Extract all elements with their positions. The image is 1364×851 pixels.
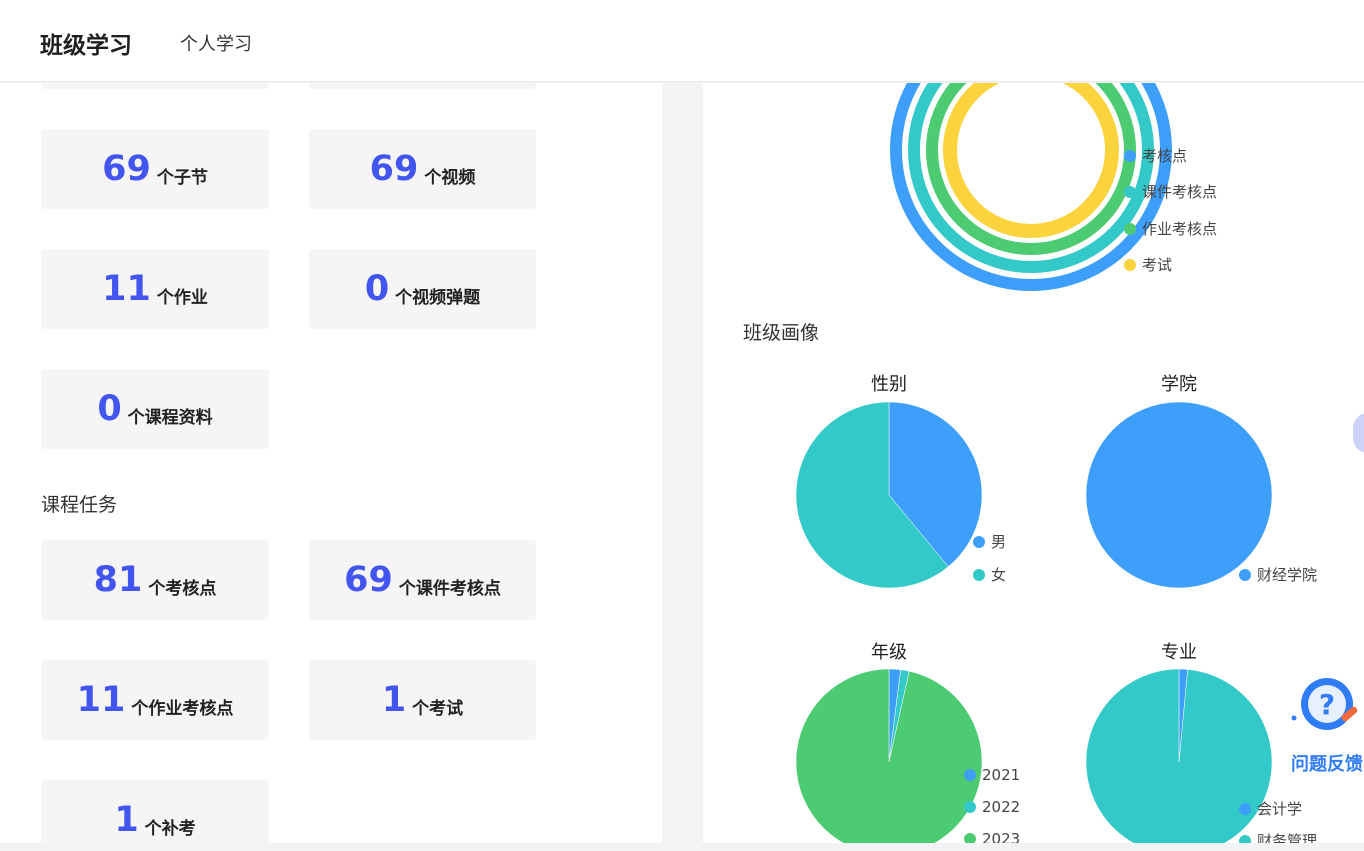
legend-label: 男 <box>991 533 1007 551</box>
stat-card-homework[interactable]: 11 个作业 <box>41 249 269 329</box>
gender-legend-item[interactable]: 女 <box>973 564 1006 585</box>
task-label: 个考核点 <box>148 578 217 599</box>
course-tasks-title: 课程任务 <box>41 494 118 516</box>
legend-dot <box>964 801 976 813</box>
stat-card-partial <box>41 83 269 89</box>
grade-legend-item[interactable]: 2023 <box>964 830 1020 843</box>
gender-legend-item[interactable]: 男 <box>973 531 1006 552</box>
major-legend-item[interactable]: 财务管理 <box>1239 830 1317 843</box>
stat-label: 个视频 <box>424 167 476 188</box>
task-card-makeup-exams[interactable]: 1 个补考 <box>41 780 269 843</box>
grade-legend-item[interactable]: 2022 <box>964 798 1020 816</box>
task-number: 1 <box>381 679 407 720</box>
top-nav-bar: 班级学习 个人学习 <box>0 0 1364 82</box>
task-number: 69 <box>344 559 393 600</box>
right-charts-panel: 考核点 课件考核点 作业考核点 考试 班级画像 性别 学院 年级 专业 男 女 … <box>703 83 1364 843</box>
stat-number: 69 <box>369 148 419 189</box>
task-label: 个考试 <box>412 698 464 719</box>
task-number: 1 <box>114 799 139 840</box>
legend-label: 2022 <box>982 798 1021 816</box>
grade-legend-item[interactable]: 2021 <box>964 766 1020 784</box>
stat-number: 0 <box>97 388 122 429</box>
legend-label: 2023 <box>982 830 1021 843</box>
stat-number: 69 <box>102 148 151 189</box>
legend-label: 财务管理 <box>1257 832 1318 843</box>
task-label: 个课件考核点 <box>398 578 501 599</box>
feedback-label: 问题反馈 <box>1291 754 1363 775</box>
left-stats-panel: 69 个子节 69 个视频 11 个作业 0 个视频弹题 0 个课程资料 课程任务 81 个… <box>0 83 662 843</box>
stat-card-videos[interactable]: 69 个视频 <box>309 129 536 209</box>
stat-number: 11 <box>102 268 151 309</box>
legend-dot <box>964 769 976 781</box>
task-label: 个作业考核点 <box>131 698 234 719</box>
grade-pie-slice-2023[interactable] <box>795 668 983 843</box>
stat-label: 个子节 <box>156 167 208 188</box>
feedback-button[interactable]: ? 问题反馈 <box>1289 669 1364 779</box>
stat-card-partial <box>309 83 536 89</box>
stat-number: 0 <box>364 268 390 309</box>
task-number: 11 <box>76 679 126 720</box>
tab-class-learning[interactable]: 班级学习 <box>40 26 132 60</box>
legend-dot <box>973 535 985 548</box>
legend-dot <box>973 568 985 581</box>
legend-dot <box>964 833 976 843</box>
bottom-strip <box>0 843 1364 851</box>
stat-card-subsections[interactable]: 69 个子节 <box>41 129 269 209</box>
college-pie-slice-财经学院[interactable] <box>1085 401 1273 589</box>
stat-card-materials[interactable]: 0 个课程资料 <box>41 369 269 449</box>
legend-label: 女 <box>991 566 1007 584</box>
tab-personal-learning[interactable]: 个人学习 <box>180 30 252 56</box>
legend-label: 2021 <box>982 766 1021 784</box>
college-legend-item[interactable]: 财经学院 <box>1239 564 1317 585</box>
legend-label: 财经学院 <box>1257 566 1318 584</box>
legend-dot <box>1239 802 1251 815</box>
task-card-homework-checkpoints[interactable]: 11 个作业考核点 <box>41 660 269 740</box>
task-label: 个补考 <box>144 818 196 839</box>
major-legend-item[interactable]: 会计学 <box>1239 798 1302 819</box>
legend-label: 会计学 <box>1257 800 1303 818</box>
task-card-exams[interactable]: 1 个考试 <box>309 660 536 740</box>
svg-text:?: ? <box>1319 688 1335 721</box>
stat-label: 个视频弹题 <box>395 287 481 308</box>
stat-card-video-quiz[interactable]: 0 个视频弹题 <box>309 249 536 329</box>
portrait-pie-charts <box>795 401 1273 843</box>
task-card-checkpoints[interactable]: 81 个考核点 <box>41 540 269 620</box>
task-card-courseware-checkpoints[interactable]: 69 个课件考核点 <box>309 540 536 620</box>
question-mark-icon: ? <box>1291 678 1358 730</box>
legend-dot <box>1239 568 1251 581</box>
legend-dot <box>1239 834 1251 843</box>
task-number: 81 <box>93 559 143 600</box>
stat-label: 个作业 <box>156 287 208 308</box>
stat-label: 个课程资料 <box>127 407 213 428</box>
